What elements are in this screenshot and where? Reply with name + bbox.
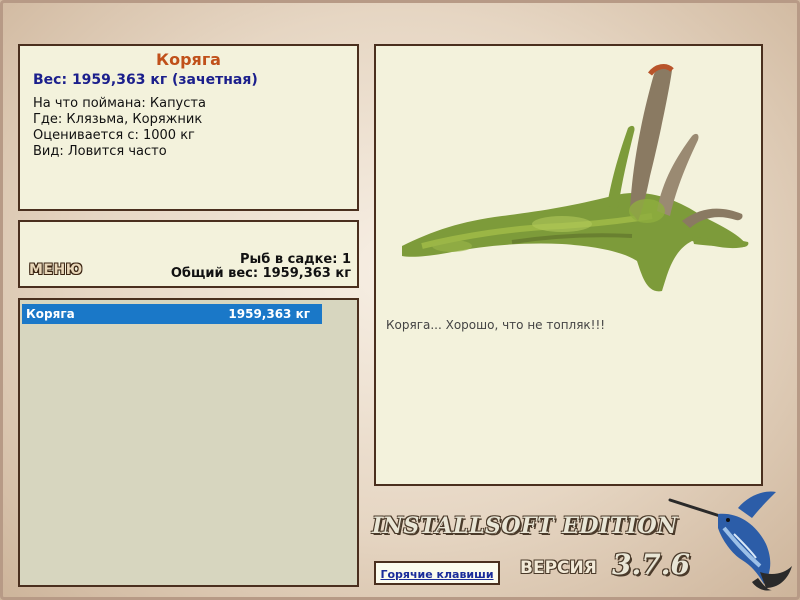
- fish-comment: Коряга... Хорошо, что не топляк!!!: [386, 318, 606, 332]
- list-item[interactable]: Коряга 1959,363 кг: [22, 304, 322, 324]
- brand-title: INSTALLSOFT EDITION: [372, 513, 678, 539]
- driftwood-photo: [402, 64, 749, 292]
- marlin-logo-icon: [668, 491, 792, 591]
- hotkeys-link-box[interactable]: Горячие клавиши: [374, 561, 500, 585]
- info-valuation: Оценивается с: 1000 кг: [33, 128, 195, 143]
- menu-button[interactable]: МЕНЮ: [29, 262, 83, 278]
- info-kind: Вид: Ловится часто: [33, 144, 167, 159]
- info-bait: На что поймана: Капуста: [33, 96, 206, 111]
- list-item-weight: 1959,363 кг: [228, 307, 310, 321]
- fish-info-panel: Коряга Вес: 1959,363 кг (зачетная) На чт…: [18, 44, 359, 211]
- total-weight: Общий вес: 1959,363 кг: [170, 266, 351, 281]
- list-item-name: Коряга: [26, 307, 75, 321]
- version-label: ВЕРСИЯ: [520, 558, 597, 578]
- fish-title: Коряга: [156, 50, 221, 69]
- fish-detail-panel: Коряга... Хорошо, что не топляк!!!: [374, 44, 763, 486]
- keepnet-summary-panel: МЕНЮ Рыб в садке: 1 Общий вес: 1959,363 …: [18, 220, 359, 288]
- catch-list[interactable]: Коряга 1959,363 кг: [18, 298, 359, 587]
- hotkeys-link[interactable]: Горячие клавиши: [380, 568, 493, 581]
- fish-weight: Вес: 1959,363 кг (зачетная): [33, 72, 258, 88]
- fish-count: Рыб в садке: 1: [239, 252, 351, 267]
- info-location: Где: Клязьма, Коряжник: [33, 112, 203, 127]
